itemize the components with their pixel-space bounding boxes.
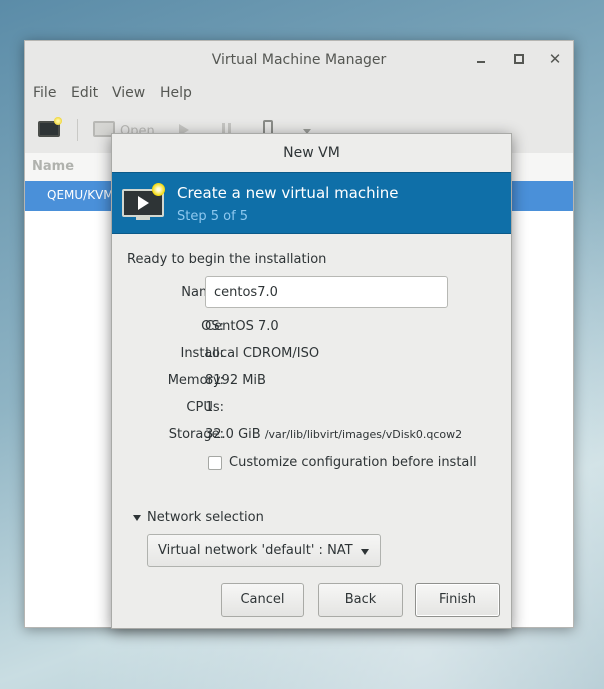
star-icon [54, 117, 62, 125]
minimize-icon[interactable] [473, 51, 489, 67]
finish-button[interactable]: Finish [415, 583, 500, 617]
menubar: File Edit View Help [25, 79, 573, 107]
install-value: Local CDROM/ISO [205, 346, 320, 361]
star-icon [152, 183, 165, 196]
storage-path: /var/lib/libvirt/images/vDisk0.qcow2 [264, 428, 463, 441]
new-vm-dialog: New VM Create a new virtual machine Step… [111, 133, 512, 629]
network-selection-expander[interactable]: Network selection [147, 510, 264, 525]
toolbar-separator [77, 119, 78, 141]
network-selected-value: Virtual network 'default' : NAT [158, 543, 353, 558]
step-indicator: Step 5 of 5 [177, 209, 249, 224]
network-select[interactable]: Virtual network 'default' : NAT [147, 534, 381, 567]
chevron-down-icon [361, 549, 369, 555]
connection-label: QEMU/KVM [47, 188, 114, 202]
monitor-stand [136, 217, 150, 220]
close-icon[interactable]: ✕ [547, 51, 563, 67]
banner-title: Create a new virtual machine [177, 184, 399, 202]
cancel-button[interactable]: Cancel [221, 583, 304, 617]
back-button[interactable]: Back [318, 583, 403, 617]
menu-help[interactable]: Help [160, 85, 192, 101]
dialog-title: New VM [283, 145, 340, 161]
customize-label[interactable]: Customize configuration before install [229, 455, 477, 470]
cpus-value: 1 [205, 400, 214, 415]
main-window-title: Virtual Machine Manager [211, 52, 387, 68]
ready-text: Ready to begin the installation [127, 252, 327, 267]
customize-checkbox[interactable] [208, 456, 222, 470]
storage-size: 32.0 GiB [205, 427, 261, 442]
menu-edit[interactable]: Edit [71, 85, 98, 101]
main-titlebar: Virtual Machine Manager ✕ [25, 41, 573, 79]
wizard-banner: Create a new virtual machine Step 5 of 5 [112, 172, 511, 234]
vm-name-input[interactable] [205, 276, 448, 308]
menu-file[interactable]: File [33, 85, 56, 101]
column-header-name[interactable]: Name [32, 159, 74, 174]
os-value: CentOS 7.0 [205, 319, 279, 334]
memory-value: 8192 MiB [205, 373, 266, 388]
storage-value: 32.0 GiB /var/lib/libvirt/images/vDisk0.… [205, 427, 462, 442]
new-vm-icon [122, 183, 166, 223]
maximize-icon[interactable] [511, 51, 527, 67]
network-expander-chevron-down-icon[interactable] [133, 515, 141, 521]
menu-view[interactable]: View [112, 85, 145, 101]
play-icon [138, 196, 149, 210]
